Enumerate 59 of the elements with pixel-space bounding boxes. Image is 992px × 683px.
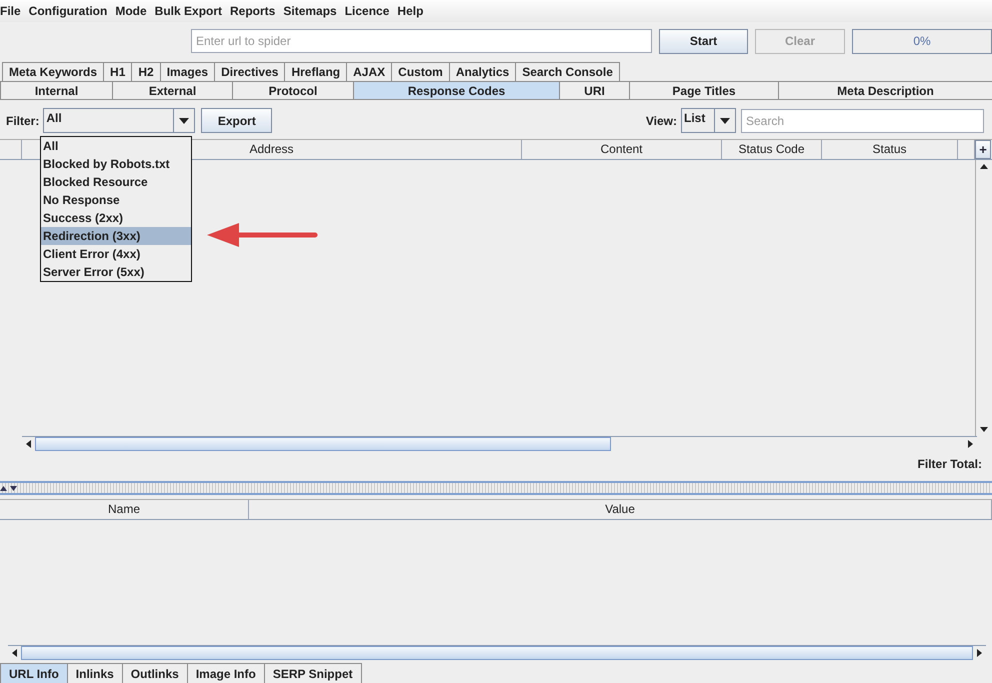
right-arrow-icon (968, 440, 973, 448)
dropdown-option[interactable]: Client Error (4xx) (41, 245, 191, 263)
tab[interactable]: External (112, 81, 233, 100)
right-arrow-icon (977, 649, 982, 657)
menu-item[interactable]: Mode (115, 4, 154, 18)
start-button[interactable]: Start (659, 28, 748, 54)
tab[interactable]: Meta Description (778, 81, 992, 100)
horizontal-scrollbar[interactable] (8, 645, 986, 660)
expand-collapse-icon (0, 485, 20, 491)
dropdown-option[interactable]: Success (2xx) (41, 209, 191, 227)
caret-icon (720, 118, 730, 124)
filter-label: Filter: (6, 114, 40, 128)
filter-total-label: Filter Total: (918, 456, 982, 470)
menu-item[interactable]: Bulk Export (154, 4, 230, 18)
menu-item[interactable]: Sitemaps (283, 4, 344, 18)
tab[interactable]: Analytics (448, 62, 516, 81)
menu-item[interactable]: Help (397, 4, 430, 18)
export-button[interactable]: Export (201, 108, 272, 133)
up-arrow-icon (980, 164, 988, 169)
tab[interactable]: Protocol (232, 81, 354, 100)
menu-item[interactable]: Configuration (28, 4, 114, 18)
add-column-button[interactable]: + (975, 140, 991, 159)
filter-dropdown[interactable]: All (43, 108, 196, 133)
tab[interactable]: Image Info (186, 663, 265, 683)
tab[interactable]: URI (559, 81, 630, 100)
tab[interactable]: SERP Snippet (264, 663, 362, 683)
tab[interactable]: Meta Keywords (2, 62, 104, 81)
menu-item[interactable]: Licence (344, 4, 396, 18)
header-cell[interactable]: Status Code (722, 140, 822, 159)
dropdown-option[interactable]: Blocked Resource (41, 173, 191, 191)
left-arrow-icon (26, 440, 31, 448)
view-dropdown[interactable]: List (681, 108, 736, 133)
tab[interactable]: Images (160, 62, 216, 81)
menu-item[interactable]: Reports (230, 4, 282, 18)
header-cell[interactable]: Status (822, 140, 958, 159)
search-field[interactable]: Search (741, 108, 984, 132)
header-cell[interactable]: Value (249, 500, 992, 519)
caret-icon (179, 118, 190, 124)
tab[interactable]: Hreflang (284, 62, 348, 81)
dropdown-option[interactable]: All (41, 137, 191, 155)
progress-text: 0% (913, 34, 931, 48)
header-cell[interactable]: Content (522, 140, 722, 159)
tab[interactable]: Page Titles (629, 81, 779, 100)
menu-item[interactable]: File (0, 4, 28, 18)
view-label: View: (646, 114, 677, 128)
tab[interactable]: Search Console (515, 62, 620, 81)
splitter[interactable] (0, 481, 992, 495)
dropdown-option[interactable]: Redirection (3xx) (41, 227, 191, 245)
url-field[interactable]: Enter url to spider (191, 29, 652, 53)
header-cell[interactable]: Name (0, 500, 249, 519)
tab[interactable]: URL Info (0, 663, 68, 683)
left-arrow-icon (12, 649, 17, 657)
horizontal-scrollbar[interactable] (22, 436, 977, 451)
vertical-scrollbar[interactable] (975, 160, 991, 436)
tab[interactable]: Internal (0, 81, 113, 100)
tab[interactable]: Response Codes (353, 81, 560, 100)
dropdown-option[interactable]: Server Error (5xx) (41, 263, 191, 281)
dropdown-option[interactable]: No Response (41, 191, 191, 209)
down-arrow-icon (980, 427, 988, 432)
